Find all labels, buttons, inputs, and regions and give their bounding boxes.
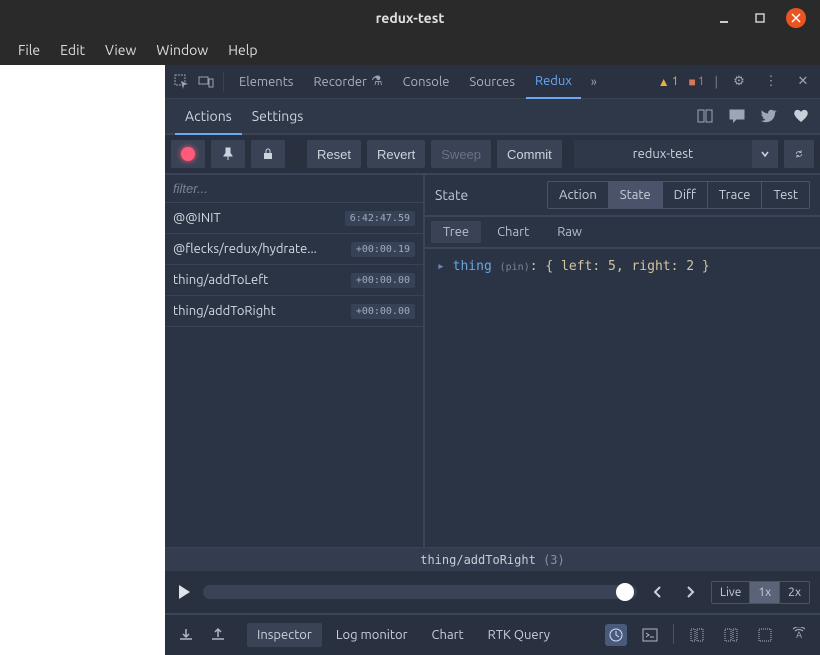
state-tree[interactable]: ▸ thing (pin): { left: 5, right: 2 } xyxy=(425,249,820,547)
commit-button[interactable]: Commit xyxy=(497,140,562,168)
play-button[interactable] xyxy=(175,583,193,601)
instance-selector[interactable]: redux-test xyxy=(574,140,752,168)
view-tab-test[interactable]: Test xyxy=(761,182,809,208)
menu-file[interactable]: File xyxy=(10,39,48,61)
svg-text:A: A xyxy=(796,630,802,640)
action-row[interactable]: thing/addToRight+00:00.00 xyxy=(165,296,423,327)
sweep-button[interactable]: Sweep xyxy=(431,140,491,168)
speed-live[interactable]: Live xyxy=(712,582,749,603)
import-icon[interactable] xyxy=(175,624,197,646)
inspect-element-icon[interactable] xyxy=(171,71,193,93)
scrubber-label: thing/addToRight (3) xyxy=(165,547,820,571)
layout-bottom-icon[interactable] xyxy=(754,624,776,646)
pin-button[interactable] xyxy=(211,140,245,168)
export-icon[interactable] xyxy=(207,624,229,646)
window-title: redux-test xyxy=(376,10,445,26)
window-titlebar: redux-test xyxy=(0,0,820,35)
reset-button[interactable]: Reset xyxy=(307,140,361,168)
monitor-inspector[interactable]: Inspector xyxy=(247,623,322,647)
tab-sources[interactable]: Sources xyxy=(460,65,524,99)
state-label: State xyxy=(435,187,468,203)
tree-arrow-icon[interactable]: ▸ xyxy=(437,259,453,274)
speed-2x[interactable]: 2x xyxy=(779,582,809,603)
timeline-slider[interactable] xyxy=(203,585,637,599)
prev-action-button[interactable] xyxy=(647,585,669,599)
format-raw[interactable]: Raw xyxy=(545,221,594,243)
filter-input[interactable] xyxy=(165,175,423,203)
instance-dropdown-icon[interactable] xyxy=(752,140,778,168)
remote-icon[interactable]: A xyxy=(788,624,810,646)
menu-help[interactable]: Help xyxy=(220,39,265,61)
devtools-panel: Elements Recorder⚗ Console Sources Redux… xyxy=(165,65,820,655)
console-icon[interactable] xyxy=(639,624,661,646)
next-action-button[interactable] xyxy=(679,585,701,599)
subtab-actions[interactable]: Actions xyxy=(175,99,242,135)
menu-window[interactable]: Window xyxy=(148,39,216,61)
warnings-badge[interactable]: ▲1 xyxy=(658,75,679,89)
close-button[interactable] xyxy=(786,8,806,28)
maximize-button[interactable] xyxy=(750,8,770,28)
layout-right-icon[interactable] xyxy=(720,624,742,646)
view-tab-trace[interactable]: Trace xyxy=(707,182,762,208)
slider-thumb[interactable] xyxy=(616,583,634,601)
subtab-settings[interactable]: Settings xyxy=(242,98,314,134)
feedback-icon[interactable] xyxy=(728,107,746,125)
dispatch-icon[interactable] xyxy=(605,624,627,646)
menubar: File Edit View Window Help xyxy=(0,35,820,65)
settings-gear-icon[interactable]: ⚙ xyxy=(728,71,750,93)
monitor-log[interactable]: Log monitor xyxy=(326,623,418,647)
page-content xyxy=(0,65,165,655)
monitor-rtk[interactable]: RTK Query xyxy=(478,623,560,647)
layout-left-icon[interactable] xyxy=(686,624,708,646)
record-dot-icon xyxy=(181,147,195,161)
monitor-chart[interactable]: Chart xyxy=(422,623,474,647)
speed-1x[interactable]: 1x xyxy=(749,582,779,603)
kebab-menu-icon[interactable]: ⋮ xyxy=(760,71,782,93)
format-tree[interactable]: Tree xyxy=(431,221,481,243)
format-chart[interactable]: Chart xyxy=(485,221,541,243)
flask-icon: ⚗ xyxy=(371,74,383,89)
tab-recorder[interactable]: Recorder⚗ xyxy=(304,65,391,99)
heart-icon[interactable] xyxy=(792,107,810,125)
record-button[interactable] xyxy=(171,140,205,168)
more-tabs-icon[interactable]: » xyxy=(583,71,605,93)
view-tab-action[interactable]: Action xyxy=(548,182,608,208)
device-toolbar-icon[interactable] xyxy=(195,71,217,93)
view-tab-state[interactable]: State xyxy=(608,182,662,208)
errors-badge[interactable]: ■1 xyxy=(688,75,704,89)
revert-button[interactable]: Revert xyxy=(367,140,425,168)
action-row[interactable]: thing/addToLeft+00:00.00 xyxy=(165,265,423,296)
twitter-icon[interactable] xyxy=(760,107,778,125)
view-tab-diff[interactable]: Diff xyxy=(662,182,707,208)
menu-edit[interactable]: Edit xyxy=(52,39,93,61)
tab-elements[interactable]: Elements xyxy=(230,65,302,99)
action-row[interactable]: @@INIT6:42:47.59 xyxy=(165,203,423,234)
menu-view[interactable]: View xyxy=(97,39,144,61)
action-row[interactable]: @flecks/redux/hydrate...+00:00.19 xyxy=(165,234,423,265)
lock-button[interactable] xyxy=(251,140,285,168)
docs-icon[interactable] xyxy=(696,107,714,125)
tab-console[interactable]: Console xyxy=(394,65,459,99)
tab-redux[interactable]: Redux xyxy=(526,65,581,99)
sync-button[interactable] xyxy=(784,140,814,168)
close-devtools-icon[interactable]: ✕ xyxy=(792,71,814,93)
minimize-button[interactable] xyxy=(714,8,734,28)
